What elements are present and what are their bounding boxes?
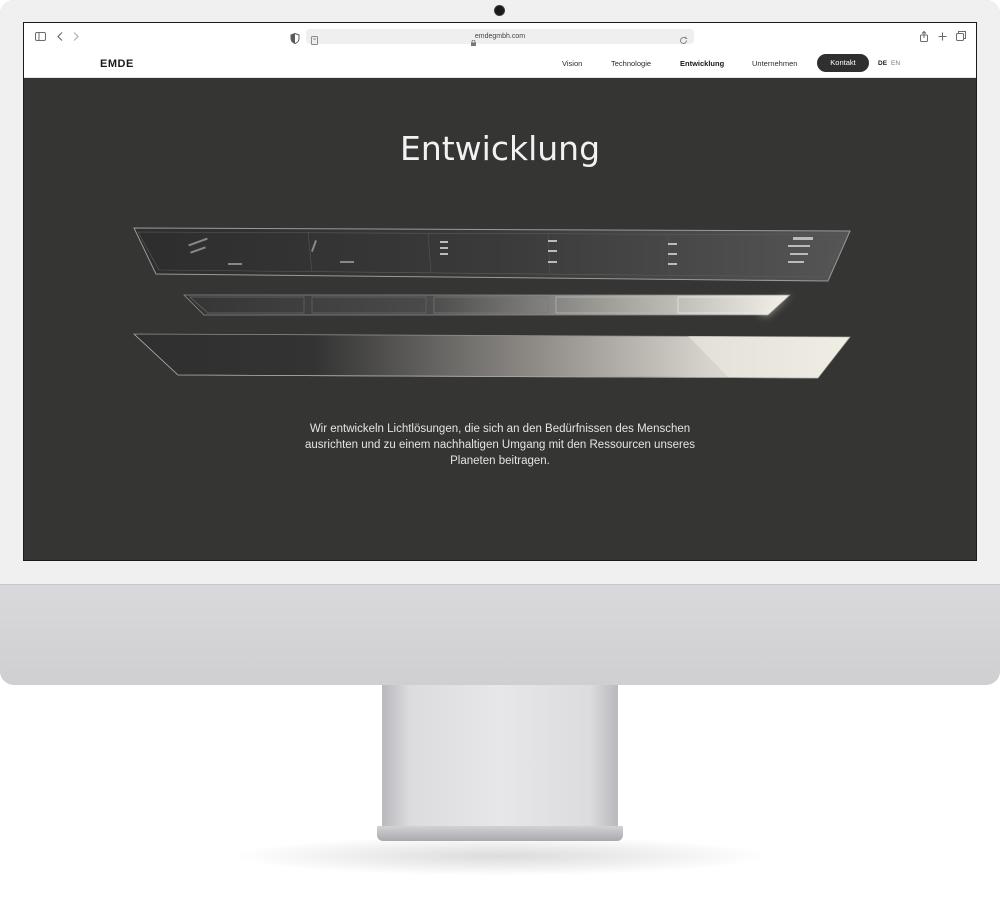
language-de[interactable]: DE bbox=[878, 59, 887, 69]
chevron-right-icon[interactable] bbox=[71, 29, 81, 43]
hero-description: Wir entwickeln Lichtlösungen, die sich a… bbox=[305, 423, 695, 467]
circuit-board-layer bbox=[133, 227, 851, 282]
reload-icon[interactable] bbox=[679, 32, 688, 44]
language-en[interactable]: EN bbox=[891, 59, 900, 69]
tabs-overview-icon[interactable] bbox=[955, 29, 967, 43]
browser-screen: emdegmbh.com EMDE Vision Technologie Ent… bbox=[24, 23, 976, 560]
address-bar[interactable]: emdegmbh.com bbox=[290, 29, 694, 46]
imac-monitor: emdegmbh.com EMDE Vision Technologie Ent… bbox=[0, 0, 1000, 685]
camera-icon bbox=[495, 6, 504, 15]
sidebar-icon[interactable] bbox=[34, 29, 46, 43]
luminaire-exploded-illustration bbox=[132, 227, 851, 379]
nav-unternehmen[interactable]: Unternehmen bbox=[752, 59, 797, 69]
nav-technologie[interactable]: Technologie bbox=[611, 59, 651, 69]
shield-icon[interactable] bbox=[290, 31, 300, 45]
stand-shadow bbox=[230, 836, 770, 876]
browser-toolbar: emdegmbh.com bbox=[24, 23, 976, 50]
diffuser-layer bbox=[132, 333, 851, 379]
monitor-stand-base bbox=[377, 826, 623, 841]
monitor-stand bbox=[382, 685, 618, 828]
site-header: EMDE Vision Technologie Entwicklung Unte… bbox=[24, 50, 976, 78]
nav-vision[interactable]: Vision bbox=[562, 59, 582, 69]
monitor-chin bbox=[0, 584, 1000, 685]
led-module-layer bbox=[183, 294, 792, 316]
site-logo[interactable]: EMDE bbox=[100, 57, 134, 71]
nav-entwicklung[interactable]: Entwicklung bbox=[680, 59, 724, 69]
plus-icon[interactable] bbox=[937, 29, 947, 43]
chevron-left-icon[interactable] bbox=[55, 29, 65, 43]
page-title: Entwicklung bbox=[399, 129, 601, 168]
share-icon[interactable] bbox=[919, 29, 929, 43]
url-text: emdegmbh.com bbox=[474, 33, 526, 40]
kontakt-button[interactable]: Kontakt bbox=[817, 54, 869, 72]
